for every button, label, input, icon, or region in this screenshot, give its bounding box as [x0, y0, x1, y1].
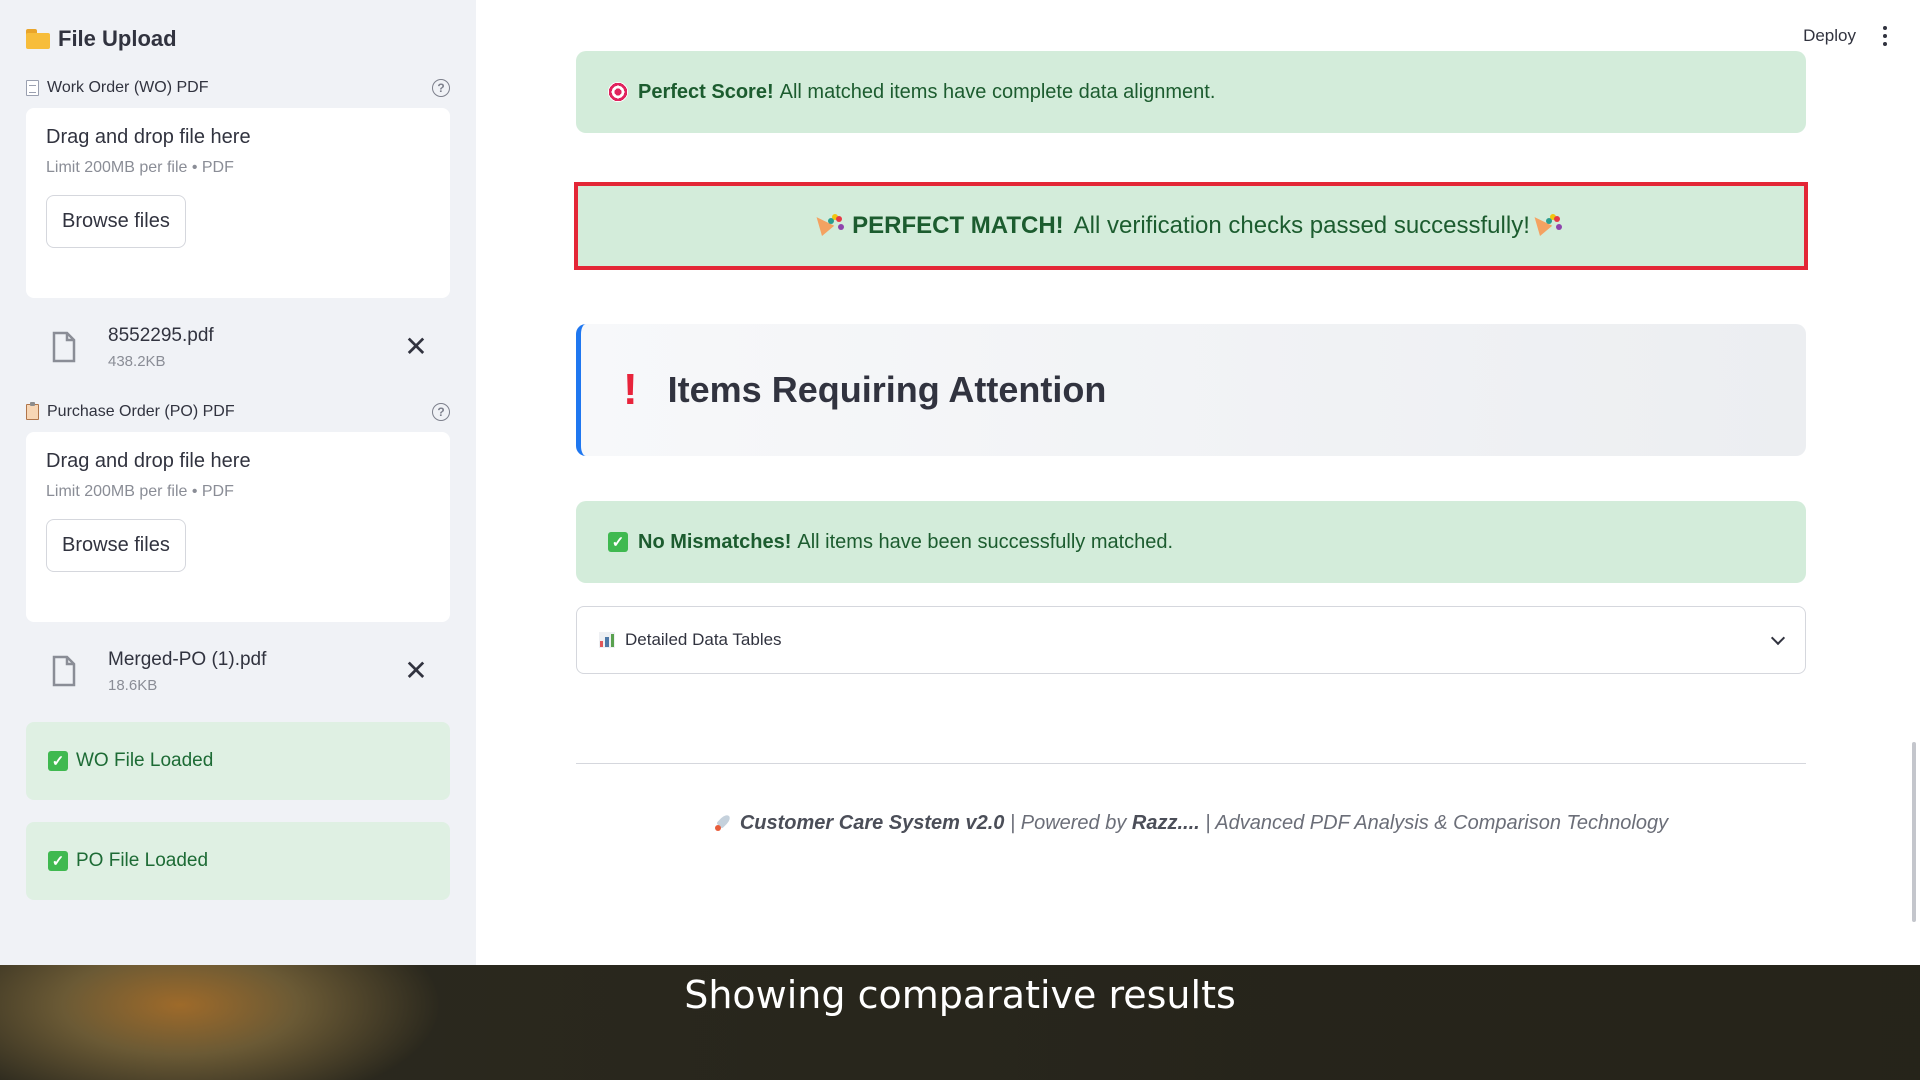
caption-band: Showing comparative results [0, 965, 1920, 1080]
scrollbar[interactable] [1912, 742, 1916, 922]
po-dropzone[interactable]: Drag and drop file here Limit 200MB per … [26, 432, 450, 622]
wo-uploader-label: Work Order (WO) PDF ? [26, 74, 450, 102]
sidebar-header: File Upload [26, 22, 450, 56]
po-browse-files-button[interactable]: Browse files [46, 519, 186, 572]
party-popper-icon [1538, 214, 1562, 238]
file-size: 438.2KB [108, 352, 166, 370]
chevron-down-icon[interactable] [1770, 630, 1786, 645]
main-content: Deploy Perfect Score! All matched items … [476, 0, 1920, 965]
alert-bold: Perfect Score! [638, 80, 774, 103]
dropzone-title: Drag and drop file here [46, 126, 251, 148]
file-icon [52, 331, 76, 363]
document-icon [26, 80, 39, 96]
perfect-match-banner: PERFECT MATCH! All verification checks p… [574, 182, 1808, 270]
target-icon [608, 82, 628, 102]
dropzone-title: Drag and drop file here [46, 450, 251, 472]
po-loaded-status: ✓ PO File Loaded [26, 822, 450, 900]
footer-author: Razz.... [1131, 812, 1200, 834]
close-icon[interactable]: ✕ [404, 333, 428, 361]
help-icon[interactable]: ? [432, 403, 450, 421]
file-size: 18.6KB [108, 676, 158, 694]
wo-loaded-status: ✓ WO File Loaded [26, 722, 450, 800]
detailed-data-tables-expander[interactable]: Detailed Data Tables [576, 606, 1806, 674]
status-text: PO File Loaded [76, 850, 209, 871]
file-icon [52, 655, 76, 687]
footer: Customer Care System v2.0 | Powered by R… [576, 812, 1806, 835]
wo-dropzone[interactable]: Drag and drop file here Limit 200MB per … [26, 108, 450, 298]
banner-bold: PERFECT MATCH! [852, 212, 1064, 239]
exclamation-icon: ! [623, 365, 638, 414]
file-name: 8552295.pdf [108, 324, 214, 346]
perfect-score-alert: Perfect Score! All matched items have co… [576, 51, 1806, 133]
wo-browse-files-button[interactable]: Browse files [46, 195, 186, 248]
no-mismatches-alert: ✓ No Mismatches! All items have been suc… [576, 501, 1806, 583]
caption-text: Showing comparative results [684, 973, 1236, 1017]
rocket-icon [714, 812, 734, 832]
alert-text: All items have been successfully matched… [797, 530, 1174, 553]
toolbar: Deploy [1803, 26, 1890, 46]
folder-icon [26, 29, 50, 49]
bar-chart-icon [599, 632, 615, 648]
wo-label-text: Work Order (WO) PDF [47, 79, 209, 96]
footer-tagline: | Advanced PDF Analysis & Comparison Tec… [1199, 812, 1669, 834]
footer-system: Customer Care System v2.0 [739, 812, 1005, 834]
alert-text: All matched items have complete data ali… [779, 80, 1216, 103]
close-icon[interactable]: ✕ [404, 657, 428, 685]
deploy-button[interactable]: Deploy [1803, 26, 1856, 46]
divider [576, 763, 1806, 764]
check-icon: ✓ [608, 532, 628, 552]
sidebar-title: File Upload [58, 26, 177, 51]
check-icon: ✓ [48, 751, 68, 771]
party-popper-icon [820, 214, 844, 238]
po-uploaded-file: Merged-PO (1).pdf 18.6KB ✕ [26, 634, 450, 708]
more-menu-icon[interactable] [1880, 26, 1890, 46]
dropzone-limit: Limit 200MB per file • PDF [46, 483, 234, 500]
dropzone-limit: Limit 200MB per file • PDF [46, 159, 234, 176]
clipboard-icon [26, 402, 39, 420]
po-label-text: Purchase Order (PO) PDF [47, 403, 235, 420]
alert-bold: No Mismatches! [638, 530, 792, 553]
help-icon[interactable]: ? [432, 79, 450, 97]
wo-uploaded-file: 8552295.pdf 438.2KB ✕ [26, 310, 450, 384]
po-uploader-label: Purchase Order (PO) PDF ? [26, 398, 450, 426]
sidebar: File Upload Work Order (WO) PDF ? Drag a… [0, 0, 476, 965]
footer-sep: | Powered by [1004, 812, 1132, 834]
check-icon: ✓ [48, 851, 68, 871]
banner-text: All verification checks passed successfu… [1073, 212, 1530, 239]
section-title: Items Requiring Attention [667, 369, 1107, 410]
expander-label: Detailed Data Tables [625, 630, 782, 649]
attention-section-header: ! Items Requiring Attention [576, 324, 1806, 456]
status-text: WO File Loaded [76, 750, 214, 771]
file-name: Merged-PO (1).pdf [108, 648, 267, 670]
